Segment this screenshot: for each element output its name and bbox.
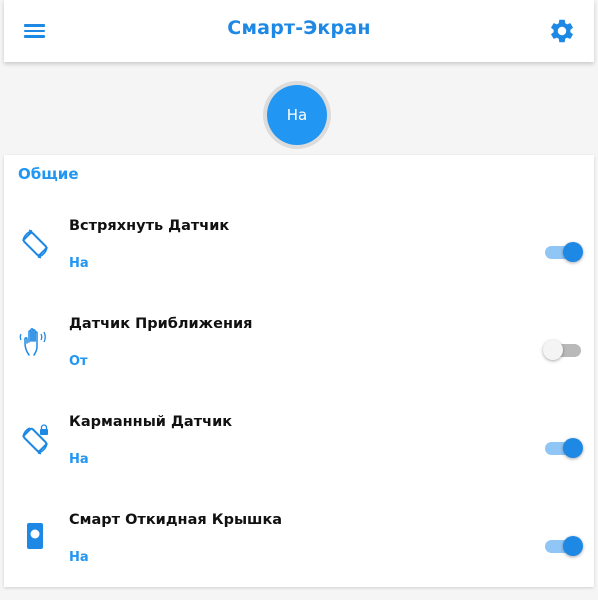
- list-item-pocket-sensor[interactable]: Карманный Датчик На: [4, 399, 594, 497]
- item-status: На: [69, 256, 89, 271]
- switch-thumb: [563, 438, 583, 458]
- switch-thumb: [543, 340, 563, 360]
- settings-card: Общие Встряхнуть Датчик На Датчик Прибли…: [4, 155, 594, 587]
- section-title: Общие: [18, 165, 79, 183]
- toggle-switch[interactable]: [545, 436, 583, 460]
- item-status: От: [69, 354, 88, 369]
- app-title: Смарт-Экран: [227, 17, 371, 39]
- item-status: На: [69, 550, 89, 565]
- toggle-switch[interactable]: [545, 534, 583, 558]
- item-title: Карманный Датчик: [69, 414, 233, 430]
- item-title: Смарт Откидная Крышка: [69, 512, 283, 528]
- list-item-proximity-sensor[interactable]: Датчик Приближения От: [4, 301, 594, 399]
- item-title: Встряхнуть Датчик: [69, 218, 230, 234]
- item-status: На: [69, 452, 89, 467]
- hand-wave-icon: [19, 328, 46, 356]
- item-title: Датчик Приближения: [69, 316, 253, 332]
- master-toggle-label: На: [267, 85, 327, 145]
- master-toggle-button[interactable]: На: [263, 81, 331, 149]
- app-bar: Смарт-Экран: [4, 0, 594, 62]
- list-item-smart-flip-cover[interactable]: Смарт Откидная Крышка На: [4, 497, 594, 595]
- screen-lock-rotation-icon: [22, 424, 48, 455]
- list-item-shake-sensor[interactable]: Встряхнуть Датчик На: [4, 203, 594, 301]
- toggle-switch[interactable]: [545, 240, 583, 264]
- toggle-switch[interactable]: [543, 338, 581, 362]
- switch-thumb: [563, 536, 583, 556]
- screen-rotation-icon: [22, 229, 48, 259]
- flip-cover-icon: [27, 523, 43, 549]
- gear-icon: [551, 19, 573, 43]
- switch-thumb: [563, 242, 583, 262]
- settings-button[interactable]: [548, 17, 576, 45]
